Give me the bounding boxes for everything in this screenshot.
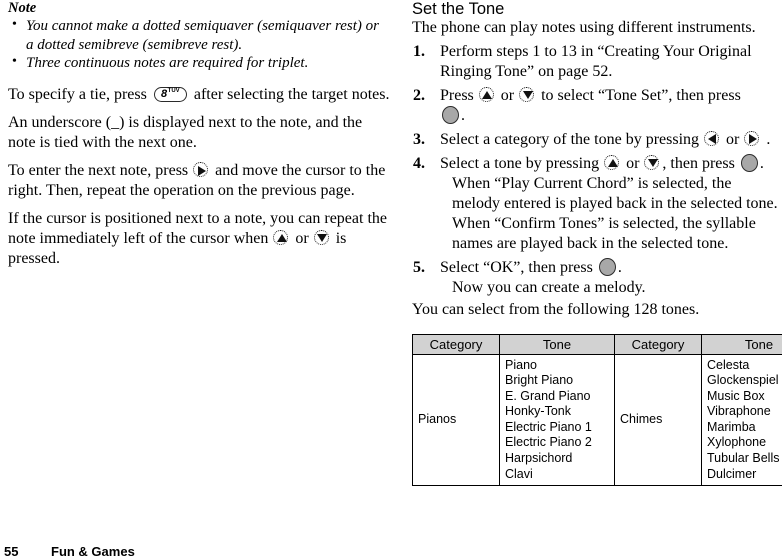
- up-arrow-key-icon: [479, 87, 496, 104]
- tone-name: Tubular Bells: [707, 451, 782, 467]
- step-text-after: .: [618, 259, 622, 276]
- step-text: Perform steps 1 to 13 in “Creating Your …: [440, 43, 752, 80]
- step-item-1: 1. Perform steps 1 to 13 in “Creating Yo…: [412, 42, 782, 82]
- down-arrow-key-icon: [519, 87, 536, 104]
- tone-name: Music Box: [707, 389, 782, 405]
- tone-name: Clavi: [505, 467, 609, 483]
- step-text-before: Select a category of the tone by pressin…: [440, 131, 699, 148]
- left-arrow-key-icon: [704, 131, 721, 148]
- step-text-or: or: [626, 155, 639, 172]
- right-arrow-key-icon: [744, 131, 761, 148]
- cell-category-chimes: Chimes: [615, 354, 702, 486]
- tone-name: E. Grand Piano: [505, 389, 609, 405]
- note-bullet-list: • You cannot make a dotted semiquaver (s…: [8, 17, 390, 73]
- note-bullet-item: • Three continuous notes are required fo…: [8, 54, 390, 73]
- center-select-key-icon: [599, 258, 616, 276]
- center-select-key-icon: [741, 154, 758, 172]
- paragraph-repeat-or: or: [295, 230, 308, 247]
- tone-table: Category Tone Category Tone Pianos Piano…: [412, 334, 782, 487]
- tone-name: Piano: [505, 358, 609, 374]
- step-number: 4.: [413, 154, 425, 174]
- step-4-subtext-1: When “Play Current Chord” is selected, t…: [440, 174, 782, 214]
- step-text-before: Press: [440, 87, 474, 104]
- right-column: Set the Tone The phone can play notes us…: [412, 0, 782, 486]
- tone-name: Glockenspiel: [707, 373, 782, 389]
- step-item-5: 5. Select “OK”, then press . Now you can…: [412, 258, 782, 298]
- footer-section-title: Fun & Games: [51, 544, 135, 560]
- tone-name: Celesta: [707, 358, 782, 374]
- step-text-or: or: [726, 131, 739, 148]
- bullet-icon: •: [12, 53, 17, 72]
- keypad-8-tuv-icon: 8TUV: [154, 87, 187, 102]
- step-text-before: Select a tone by pressing: [440, 155, 599, 172]
- tone-name: Honky-Tonk: [505, 404, 609, 420]
- cell-tones-pianos: PianoBright PianoE. Grand PianoHonky-Ton…: [500, 354, 615, 486]
- step-text-before: Select “OK”, then press: [440, 259, 593, 276]
- tone-table-head: Category Tone Category Tone: [413, 334, 782, 354]
- step-number: 3.: [413, 130, 425, 150]
- up-arrow-key-icon: [604, 155, 621, 172]
- step-text-after: .: [766, 131, 770, 148]
- steps-list: 1. Perform steps 1 to 13 in “Creating Yo…: [412, 42, 782, 298]
- paragraph-tie-text-before: To specify a tie, press: [8, 86, 147, 103]
- down-arrow-key-icon: [644, 155, 661, 172]
- up-arrow-key-icon: [273, 230, 290, 247]
- step-number: 2.: [413, 86, 425, 106]
- step-item-2: 2. Press or to select “Tone Set”, then p…: [412, 86, 782, 126]
- step-4-subtext-2: When “Confirm Tones” is selected, the sy…: [440, 214, 782, 254]
- tone-table-body: Pianos PianoBright PianoE. Grand PianoHo…: [413, 354, 782, 486]
- table-header-tone-left: Tone: [500, 334, 615, 354]
- step-text-after: .: [760, 155, 764, 172]
- tone-name: Dulcimer: [707, 467, 782, 483]
- table-row: Pianos PianoBright PianoE. Grand PianoHo…: [413, 354, 782, 486]
- manual-page: Note • You cannot make a dotted semiquav…: [0, 0, 782, 548]
- footer-page-number: 55: [4, 544, 18, 560]
- keypad-8-digit: 8: [161, 88, 167, 101]
- tone-table-container: Category Tone Category Tone Pianos Piano…: [412, 334, 782, 487]
- down-arrow-key-icon: [314, 230, 331, 247]
- step-2-continuation: .: [440, 106, 782, 126]
- bullet-icon: •: [12, 16, 17, 35]
- tone-name: Marimba: [707, 420, 782, 436]
- step-number: 5.: [413, 258, 425, 278]
- tone-name: Harpsichord: [505, 451, 609, 467]
- tone-name: Electric Piano 2: [505, 435, 609, 451]
- table-header-row: Category Tone Category Tone: [413, 334, 782, 354]
- section-heading: Set the Tone: [412, 0, 782, 18]
- paragraph-tie: To specify a tie, press 8TUV after selec…: [8, 85, 390, 105]
- paragraph-repeat-note: If the cursor is positioned next to a no…: [8, 209, 390, 268]
- tone-name: Electric Piano 1: [505, 420, 609, 436]
- right-arrow-key-icon: [193, 162, 210, 179]
- note-heading: Note: [8, 0, 390, 16]
- note-bullet-text: Three continuous notes are required for …: [26, 55, 308, 71]
- tone-name: Xylophone: [707, 435, 782, 451]
- step-number: 1.: [413, 42, 425, 62]
- section-lead-text: The phone can play notes using different…: [412, 18, 782, 38]
- table-header-category-right: Category: [615, 334, 702, 354]
- left-column: Note • You cannot make a dotted semiquav…: [8, 0, 390, 268]
- step-text-middle: , then press: [662, 155, 734, 172]
- paragraph-tie-text-after: after selecting the target notes.: [194, 86, 390, 103]
- step-5-subtext-1: Now you can create a melody.: [440, 278, 782, 298]
- step-text-or: or: [501, 87, 514, 104]
- tone-name: Bright Piano: [505, 373, 609, 389]
- step-text-middle: to select “Tone Set”, then press: [541, 87, 741, 104]
- step-item-3: 3. Select a category of the tone by pres…: [412, 130, 782, 150]
- note-bullet-item: • You cannot make a dotted semiquaver (s…: [8, 17, 390, 54]
- center-select-key-icon: [442, 106, 459, 124]
- table-header-category-left: Category: [413, 334, 500, 354]
- paragraph-next-note: To enter the next note, press and move t…: [8, 161, 390, 200]
- closing-line: You can select from the following 128 to…: [412, 300, 782, 320]
- step-item-4: 4. Select a tone by pressing or , then p…: [412, 154, 782, 254]
- paragraph-next-note-before: To enter the next note, press: [8, 162, 188, 179]
- paragraph-underscore: An underscore (_) is displayed next to t…: [8, 113, 390, 152]
- step-text-after: .: [461, 107, 465, 124]
- note-bullet-text: You cannot make a dotted semiquaver (sem…: [26, 18, 379, 53]
- table-header-tone-right: Tone: [702, 334, 782, 354]
- keypad-8-letters: TUV: [168, 88, 180, 95]
- cell-category-pianos: Pianos: [413, 354, 500, 486]
- cell-tones-chimes: CelestaGlockenspielMusic BoxVibraphoneMa…: [702, 354, 782, 486]
- tone-name: Vibraphone: [707, 404, 782, 420]
